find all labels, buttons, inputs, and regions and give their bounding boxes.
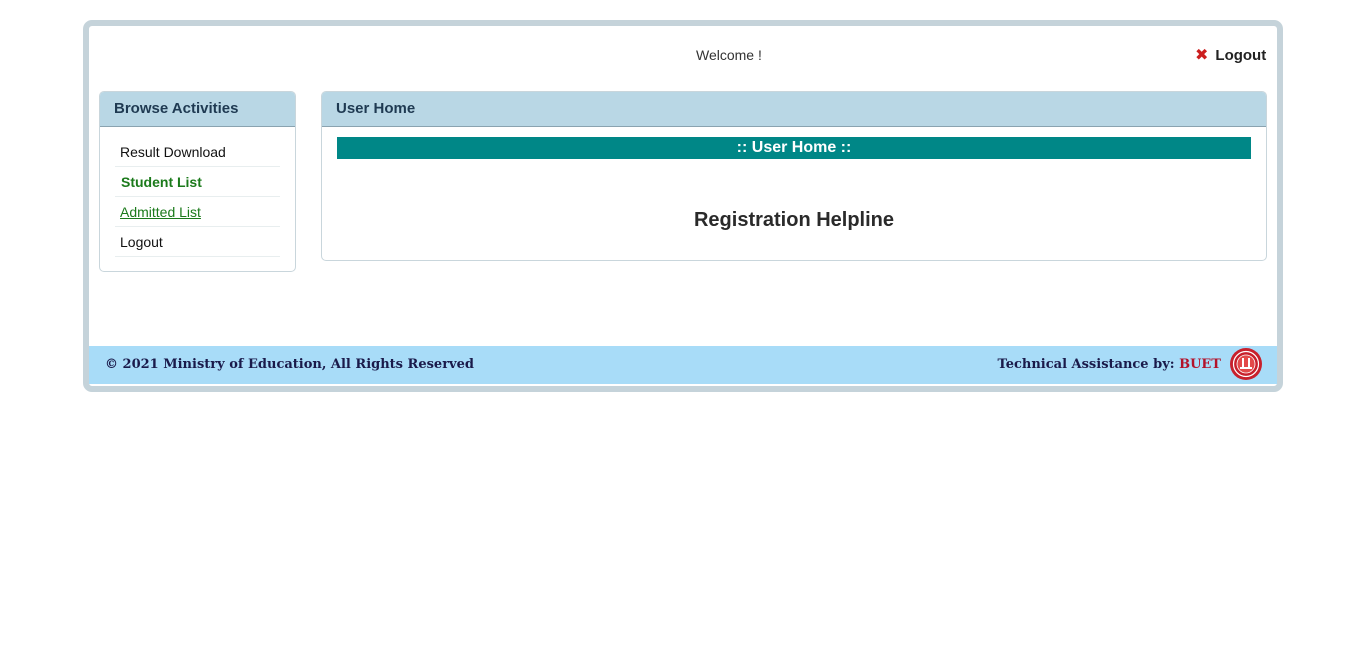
sidebar-item-logout[interactable]: Logout — [115, 227, 280, 257]
page-header: Welcome ! ✖ Logout — [89, 26, 1277, 86]
main-panel-title: User Home — [322, 92, 1266, 127]
technical-assistance: Technical Assistance by: BUET — [998, 357, 1221, 372]
user-home-banner: :: User Home :: — [337, 137, 1251, 159]
sidebar-menu: Result Download Student List Admitted Li… — [115, 137, 280, 257]
sidebar-item-admitted-list[interactable]: Admitted List — [115, 197, 280, 227]
sidebar-item-result-download[interactable]: Result Download — [115, 137, 280, 167]
buet-link[interactable]: BUET — [1179, 357, 1221, 372]
sidebar: Browse Activities Result Download Studen… — [99, 91, 296, 272]
buet-seal-icon — [1230, 348, 1262, 380]
logout-button[interactable]: ✖ Logout — [1191, 45, 1271, 66]
close-x-icon: ✖ — [1195, 46, 1209, 64]
sidebar-title: Browse Activities — [100, 92, 295, 127]
logout-label: Logout — [1215, 47, 1267, 64]
sidebar-item-student-list[interactable]: Student List — [115, 167, 280, 197]
page-footer: © 2021 Ministry of Education, All Rights… — [89, 346, 1277, 384]
copyright-text: © 2021 Ministry of Education, All Rights… — [105, 357, 474, 372]
registration-helpline-heading: Registration Helpline — [693, 209, 895, 231]
page-frame: Welcome ! ✖ Logout Browse Activities Res… — [83, 20, 1283, 392]
welcome-text: Welcome ! — [696, 47, 762, 63]
technical-assistance-label: Technical Assistance by: — [997, 357, 1175, 372]
main-panel: User Home :: User Home :: Registration H… — [321, 91, 1267, 261]
